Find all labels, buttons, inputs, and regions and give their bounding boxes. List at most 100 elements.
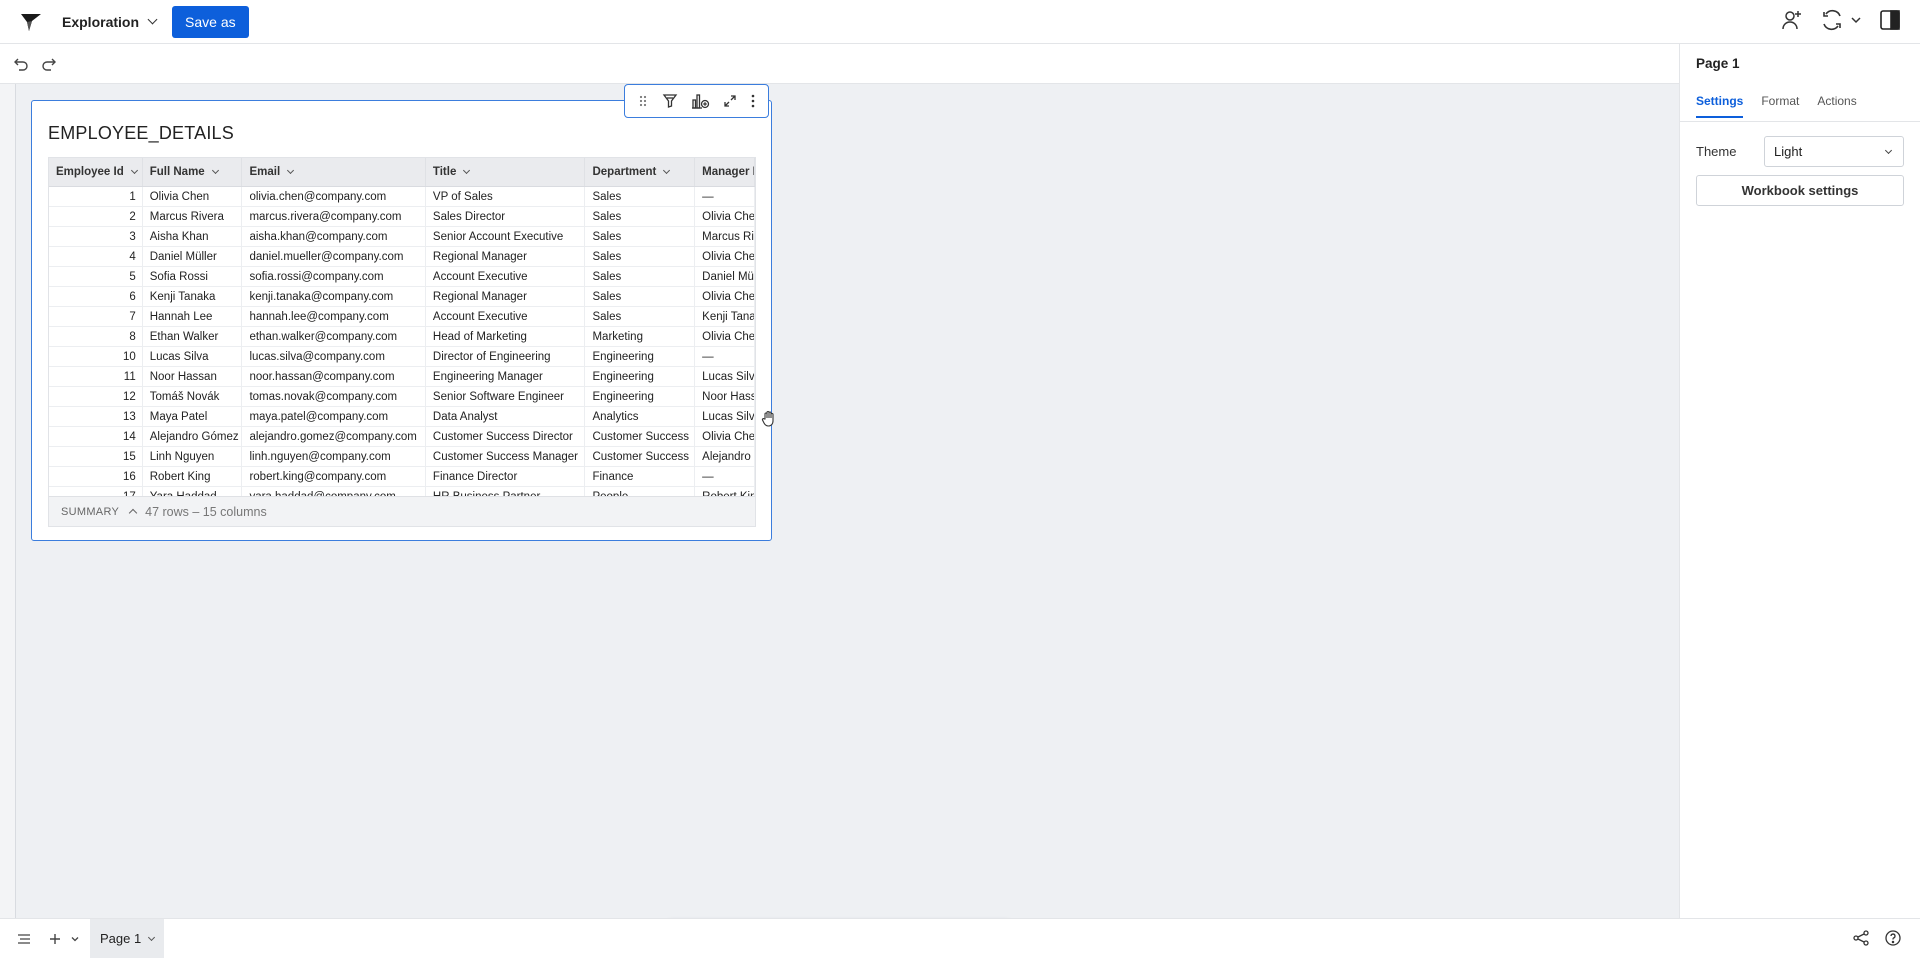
chevron-down-icon[interactable] (287, 166, 295, 175)
table-cell[interactable]: Marcus Rivera (143, 207, 243, 226)
table-row[interactable]: 16 Robert King robert.king@company.com Fina… (49, 467, 755, 487)
table-cell[interactable]: 6 (49, 287, 143, 306)
table-cell[interactable]: Olivia Che (695, 327, 755, 346)
page-list-icon[interactable] (16, 931, 32, 947)
table-cell[interactable]: 12 (49, 387, 143, 406)
table-cell[interactable]: 13 (49, 407, 143, 426)
table-cell[interactable]: 15 (49, 447, 143, 466)
table-cell[interactable]: — (695, 467, 755, 486)
table-cell[interactable]: Maya Patel (143, 407, 243, 426)
table-cell[interactable]: Daniel Mü (695, 267, 755, 286)
table-row[interactable]: 8 Ethan Walker ethan.walker@company.com Hea… (49, 327, 755, 347)
filter-icon[interactable] (662, 93, 678, 109)
table-cell[interactable]: Analytics (585, 407, 696, 426)
table-cell[interactable]: kenji.tanaka@company.com (242, 287, 426, 306)
table-cell[interactable]: Finance Director (426, 467, 586, 486)
table-cell[interactable]: linh.nguyen@company.com (242, 447, 426, 466)
refresh-menu[interactable] (1820, 8, 1862, 32)
table-cell[interactable]: Ethan Walker (143, 327, 243, 346)
chevron-down-icon[interactable] (130, 166, 138, 175)
table-cell[interactable]: Robert Kin (695, 487, 755, 496)
table-cell[interactable]: VP of Sales (426, 187, 586, 206)
theme-select[interactable]: Light (1764, 136, 1904, 167)
table-cell[interactable]: — (695, 187, 755, 206)
table-cell[interactable]: alejandro.gomez@company.com (242, 427, 426, 446)
table-row[interactable]: 12 Tomáš Novák tomas.novak@company.com Seni… (49, 387, 755, 407)
table-cell[interactable]: lucas.silva@company.com (242, 347, 426, 366)
table-row[interactable]: 2 Marcus Rivera marcus.rivera@company.com S… (49, 207, 755, 227)
table-cell[interactable]: Sales (585, 247, 696, 266)
element-title[interactable]: EMPLOYEE_DETAILS (48, 123, 234, 144)
table-cell[interactable]: Sales (585, 187, 696, 206)
column-header[interactable]: Employee Id (49, 158, 143, 186)
table-cell[interactable]: Account Executive (426, 307, 586, 326)
chevron-down-icon[interactable] (663, 166, 671, 175)
more-menu-icon[interactable] (750, 93, 756, 109)
table-cell[interactable]: Finance (585, 467, 696, 486)
table-body[interactable]: 1 Olivia Chen olivia.chen@company.com VP of… (49, 187, 755, 496)
tab-actions[interactable]: Actions (1817, 94, 1856, 118)
table-cell[interactable]: People (585, 487, 696, 496)
table-cell[interactable]: Hannah Lee (143, 307, 243, 326)
table-cell[interactable]: daniel.mueller@company.com (242, 247, 426, 266)
chevron-down-icon[interactable] (463, 166, 471, 175)
table-row[interactable]: 3 Aisha Khan aisha.khan@company.com Senior … (49, 227, 755, 247)
expand-icon[interactable] (723, 94, 737, 108)
table-cell[interactable]: Customer Success (585, 447, 696, 466)
table-cell[interactable]: aisha.khan@company.com (242, 227, 426, 246)
table-cell[interactable]: 7 (49, 307, 143, 326)
table-cell[interactable]: 17 (49, 487, 143, 496)
table-cell[interactable]: Tomáš Novák (143, 387, 243, 406)
lineage-icon[interactable] (1852, 929, 1870, 947)
table-cell[interactable]: hannah.lee@company.com (242, 307, 426, 326)
table-cell[interactable]: Kenji Tanaka (143, 287, 243, 306)
column-header[interactable]: Email (242, 158, 426, 186)
table-cell[interactable]: robert.king@company.com (242, 467, 426, 486)
table-cell[interactable]: Regional Manager (426, 287, 586, 306)
table-cell[interactable]: 1 (49, 187, 143, 206)
workbook-settings-button[interactable]: Workbook settings (1696, 175, 1904, 206)
table-cell[interactable]: Sales Director (426, 207, 586, 226)
table-cell[interactable]: Aisha Khan (143, 227, 243, 246)
table-cell[interactable]: 3 (49, 227, 143, 246)
table-cell[interactable]: Customer Success (585, 427, 696, 446)
column-header[interactable]: Department (585, 158, 696, 186)
table-row[interactable]: 6 Kenji Tanaka kenji.tanaka@company.com Reg… (49, 287, 755, 307)
column-header[interactable]: Title (426, 158, 586, 186)
tab-format[interactable]: Format (1761, 94, 1799, 118)
tab-page-1[interactable]: Page 1 (90, 918, 165, 958)
add-chart-icon[interactable] (690, 92, 710, 110)
chevron-down-icon[interactable] (148, 933, 156, 941)
redo-icon[interactable] (40, 55, 58, 73)
table-cell[interactable]: Alejandro (695, 447, 755, 466)
table-cell[interactable]: Senior Software Engineer (426, 387, 586, 406)
table-cell[interactable]: maya.patel@company.com (242, 407, 426, 426)
table-cell[interactable]: Noor Hass (695, 387, 755, 406)
table-cell[interactable]: 14 (49, 427, 143, 446)
table-cell[interactable]: Customer Success Director (426, 427, 586, 446)
table-cell[interactable]: Sales (585, 207, 696, 226)
table-cell[interactable]: Marketing (585, 327, 696, 346)
table-cell[interactable]: Lucas Silva (143, 347, 243, 366)
app-logo-icon[interactable] (19, 10, 43, 34)
table-cell[interactable]: marcus.rivera@company.com (242, 207, 426, 226)
table-cell[interactable]: Engineering (585, 367, 696, 386)
column-header[interactable]: Full Name (143, 158, 243, 186)
table-cell[interactable]: 8 (49, 327, 143, 346)
table-cell[interactable]: ethan.walker@company.com (242, 327, 426, 346)
table-cell[interactable]: Sales (585, 287, 696, 306)
table-cell[interactable]: tomas.novak@company.com (242, 387, 426, 406)
table-cell[interactable]: Olivia Chen (143, 187, 243, 206)
add-user-icon[interactable] (1780, 8, 1804, 32)
table-cell[interactable]: 16 (49, 467, 143, 486)
help-icon[interactable] (1884, 929, 1902, 947)
table-row[interactable]: 13 Maya Patel maya.patel@company.com Data A… (49, 407, 755, 427)
table-cell[interactable]: Kenji Tana (695, 307, 755, 326)
table-cell[interactable]: Customer Success Manager (426, 447, 586, 466)
table-cell[interactable]: Director of Engineering (426, 347, 586, 366)
table-cell[interactable]: Marcus Ri (695, 227, 755, 246)
table-row[interactable]: 10 Lucas Silva lucas.silva@company.com Dire… (49, 347, 755, 367)
table-row[interactable]: 15 Linh Nguyen linh.nguyen@company.com Cust… (49, 447, 755, 467)
drag-handle-icon[interactable] (637, 94, 649, 108)
table-cell[interactable]: Olivia Che (695, 287, 755, 306)
